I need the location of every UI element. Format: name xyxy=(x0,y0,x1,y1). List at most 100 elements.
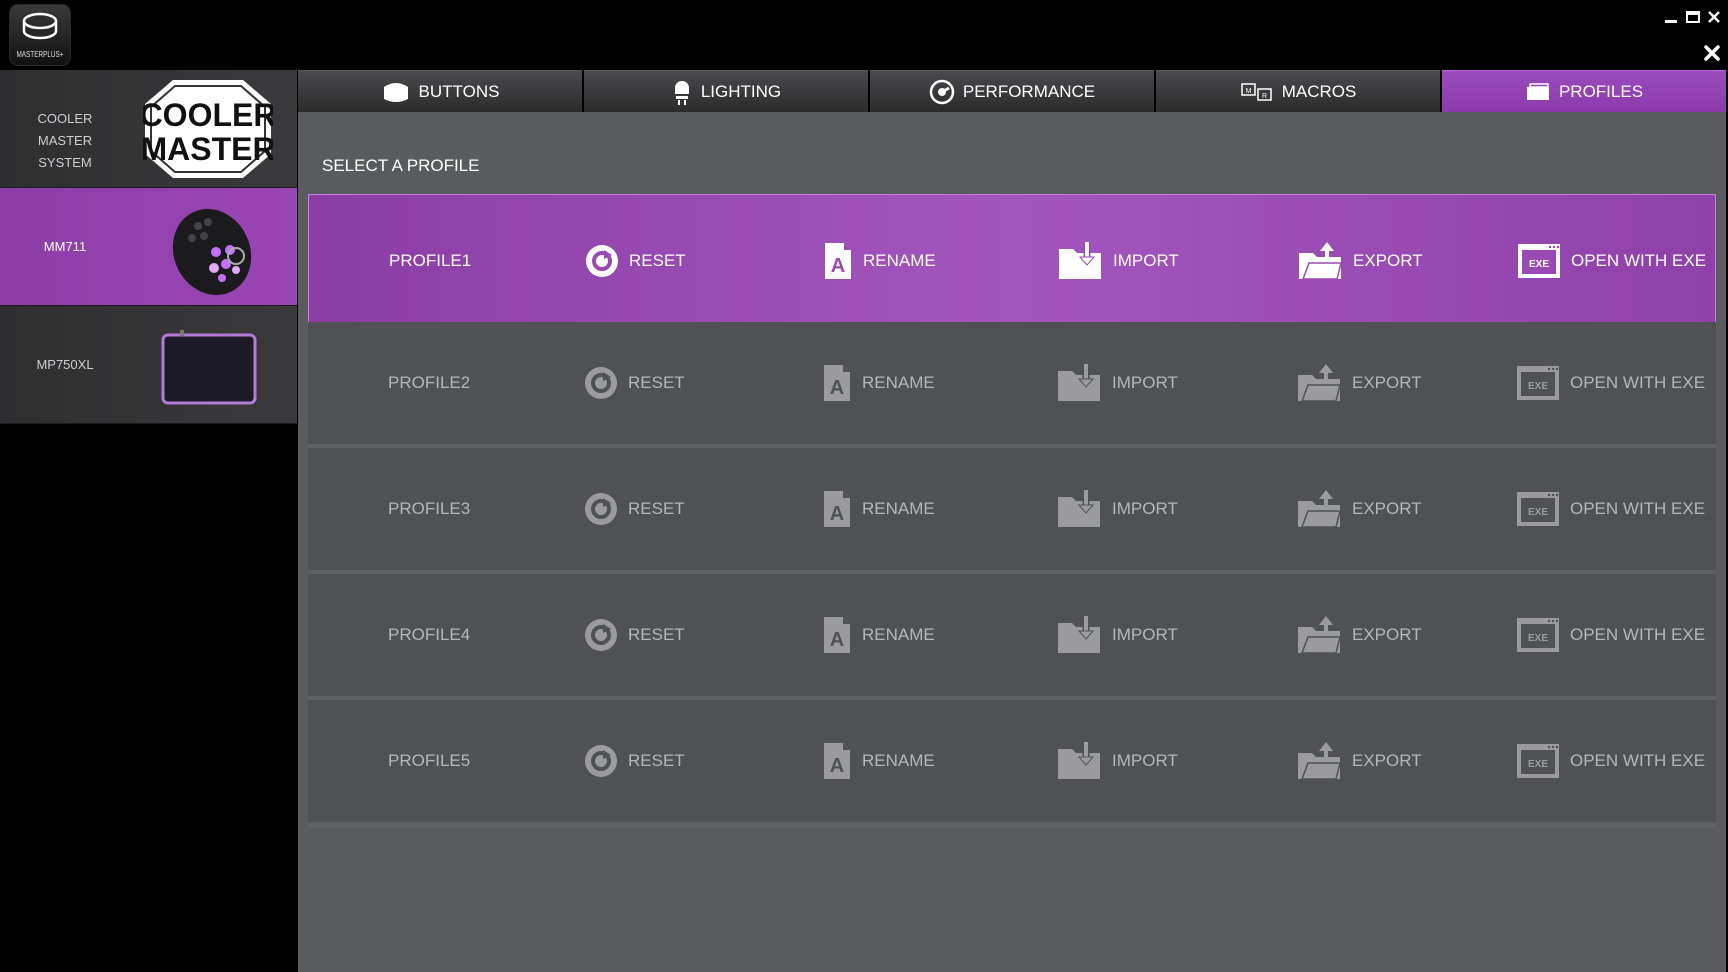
rename-button[interactable]: A RENAME xyxy=(822,574,935,696)
export-button[interactable]: EXPORT xyxy=(1296,448,1422,570)
svg-text:R: R xyxy=(1262,93,1267,100)
macro-keys-icon: MR xyxy=(1240,82,1272,101)
rename-icon-glyph: A xyxy=(830,629,844,651)
reset-button[interactable]: RESET xyxy=(585,195,686,327)
exe-label: OPEN WITH EXE xyxy=(1571,251,1707,270)
import-icon xyxy=(1056,363,1102,403)
import-button[interactable]: IMPORT xyxy=(1056,448,1178,570)
export-button[interactable]: EXPORT xyxy=(1297,195,1423,327)
minimize-button[interactable] xyxy=(1662,8,1680,26)
exe-window-icon: EXE xyxy=(1516,491,1560,527)
rename-icon: A xyxy=(823,241,853,281)
exe-badge-text: EXE xyxy=(1528,381,1548,392)
exe-window-icon: EXE xyxy=(1516,617,1560,653)
profile-row-4[interactable]: PROFILE4 RESET A RENAME IMPORT EXPORT EX… xyxy=(308,574,1716,702)
rename-icon-glyph: A xyxy=(830,377,844,399)
rename-label: RENAME xyxy=(863,251,936,270)
import-icon xyxy=(1056,741,1102,781)
import-icon xyxy=(1056,615,1102,655)
tab-label: LIGHTING xyxy=(700,81,782,101)
profile-card-icon xyxy=(1526,82,1549,100)
rename-icon: A xyxy=(822,615,852,655)
tab-performance[interactable]: PERFORMANCE xyxy=(870,70,1154,112)
import-icon xyxy=(1057,241,1103,281)
rename-icon: A xyxy=(822,363,852,403)
device-sidebar: COOLER MASTER SYSTEM COOLER MASTER MM711… xyxy=(0,70,297,429)
rename-button[interactable]: A RENAME xyxy=(822,700,935,822)
open-with-exe-button[interactable]: EXE OPEN WITH EXE xyxy=(1516,574,1705,696)
export-button[interactable]: EXPORT xyxy=(1296,574,1422,696)
profile-name: PROFILE4 xyxy=(388,625,471,644)
profile-name: PROFILE2 xyxy=(388,373,471,392)
sidebar-item-mm711[interactable]: MM711 xyxy=(0,188,297,306)
open-with-exe-button[interactable]: EXE OPEN WITH EXE xyxy=(1516,322,1705,444)
export-button[interactable]: EXPORT xyxy=(1296,700,1422,822)
import-button[interactable]: IMPORT xyxy=(1056,322,1178,444)
tab-macros[interactable]: MR MACROS xyxy=(1156,70,1440,112)
sidebar-item-label: MP750XL xyxy=(36,357,94,372)
export-label: EXPORT xyxy=(1352,625,1422,644)
open-with-exe-button[interactable]: EXE OPEN WITH EXE xyxy=(1516,448,1705,570)
export-label: EXPORT xyxy=(1352,373,1422,392)
import-button[interactable]: IMPORT xyxy=(1056,700,1178,822)
exe-label: OPEN WITH EXE xyxy=(1570,499,1706,518)
tab-label: BUTTONS xyxy=(418,81,500,101)
reset-button[interactable]: RESET xyxy=(584,574,685,696)
rename-button[interactable]: A RENAME xyxy=(823,195,936,327)
svg-text:MASTER: MASTER xyxy=(143,131,273,167)
reset-label: RESET xyxy=(628,751,685,770)
page-title: SELECT A PROFILE xyxy=(322,156,480,175)
tab-label: PROFILES xyxy=(1558,81,1644,101)
profile-name: PROFILE1 xyxy=(389,251,472,270)
export-button[interactable]: EXPORT xyxy=(1296,322,1422,444)
open-with-exe-button[interactable]: EXE OPEN WITH EXE xyxy=(1516,700,1705,822)
cooler-master-logo: COOLER MASTER xyxy=(143,80,273,178)
rename-label: RENAME xyxy=(862,499,935,518)
exit-icon[interactable] xyxy=(1701,42,1723,64)
import-button[interactable]: IMPORT xyxy=(1056,574,1178,696)
rename-label: RENAME xyxy=(862,625,935,644)
rename-label: RENAME xyxy=(862,373,935,392)
exe-label: OPEN WITH EXE xyxy=(1570,625,1706,644)
close-button[interactable] xyxy=(1705,8,1723,26)
rename-icon-glyph: A xyxy=(830,755,844,777)
rename-icon: A xyxy=(822,489,852,529)
exe-badge-text: EXE xyxy=(1528,507,1548,518)
import-label: IMPORT xyxy=(1112,751,1178,770)
reset-label: RESET xyxy=(629,251,686,270)
sidebar-item-cooler-master-system[interactable]: COOLER MASTER SYSTEM COOLER MASTER xyxy=(0,70,297,188)
profile-row-5[interactable]: PROFILE5 RESET A RENAME IMPORT EXPORT EX… xyxy=(308,700,1716,828)
lightbulb-icon xyxy=(674,80,689,105)
tab-label: MACROS xyxy=(1281,81,1357,101)
tab-lighting[interactable]: LIGHTING xyxy=(584,70,868,112)
reset-button[interactable]: RESET xyxy=(584,700,685,822)
reset-icon xyxy=(584,366,618,400)
profile-row-3[interactable]: PROFILE3 RESET A RENAME IMPORT EXPORT EX… xyxy=(308,448,1716,576)
exe-badge-text: EXE xyxy=(1528,759,1548,770)
sidebar-item-mp750xl[interactable]: MP750XL xyxy=(0,306,297,424)
export-icon xyxy=(1296,615,1342,655)
maximize-button[interactable] xyxy=(1684,8,1702,26)
reset-button[interactable]: RESET xyxy=(584,322,685,444)
brand-text: COOLER xyxy=(143,97,273,133)
open-with-exe-button[interactable]: EXE OPEN WITH EXE xyxy=(1517,195,1706,327)
tab-profiles[interactable]: PROFILES xyxy=(1442,70,1726,112)
exe-window-icon: EXE xyxy=(1516,365,1560,401)
reset-icon xyxy=(584,744,618,778)
reset-icon xyxy=(585,244,619,278)
mouse-image xyxy=(172,209,252,295)
reset-label: RESET xyxy=(628,499,685,518)
rename-button[interactable]: A RENAME xyxy=(822,322,935,444)
export-icon xyxy=(1296,489,1342,529)
svg-text:M: M xyxy=(1245,88,1251,95)
rename-label: RENAME xyxy=(862,751,935,770)
export-icon xyxy=(1296,363,1342,403)
profile-row-2[interactable]: PROFILE2 RESET A RENAME IMPORT EXPORT EX… xyxy=(308,322,1716,450)
import-label: IMPORT xyxy=(1113,251,1179,270)
profile-row-1[interactable]: PROFILE1 RESET A RENAME IMPORT EXPORT EX… xyxy=(308,194,1716,328)
rename-button[interactable]: A RENAME xyxy=(822,448,935,570)
reset-button[interactable]: RESET xyxy=(584,448,685,570)
import-button[interactable]: IMPORT xyxy=(1057,195,1179,327)
export-label: EXPORT xyxy=(1352,499,1422,518)
tab-buttons[interactable]: BUTTONS xyxy=(298,70,582,112)
